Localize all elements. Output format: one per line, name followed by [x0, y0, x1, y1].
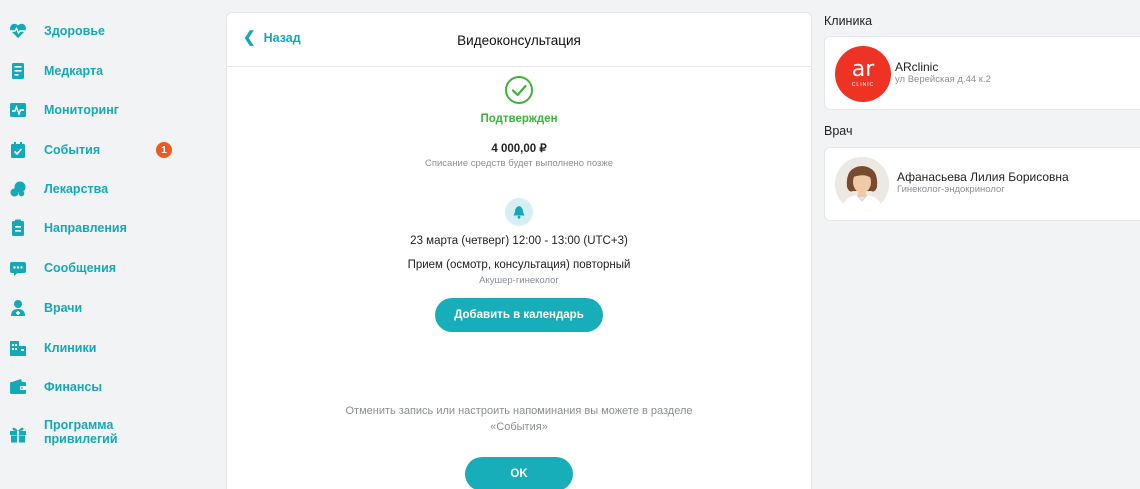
price: 4 000,00 ₽ [491, 143, 547, 155]
sidebar-item-events[interactable]: События [8, 138, 100, 162]
sidebar-item-referrals[interactable]: Направления [8, 216, 127, 240]
doctor-card[interactable]: Афанасьева Лилия Борисовна Гинеколог-энд… [824, 147, 1140, 221]
card-header: ❮ Назад Видеоконсультация [227, 13, 811, 67]
app: Здоровье Медкарта Мониторинг События 1 Л [0, 0, 1140, 489]
sidebar-item-medcard[interactable]: Медкарта [8, 59, 103, 83]
sidebar-item-messages[interactable]: Сообщения [8, 256, 116, 280]
status-icon-wrap [227, 75, 811, 105]
doctor-specialty: Гинеколог-эндокринолог [897, 184, 1005, 195]
referral-icon [8, 218, 28, 238]
add-to-calendar-button[interactable]: Добавить в календарь [435, 298, 603, 332]
sidebar-item-health[interactable]: Здоровье [8, 19, 105, 43]
sidebar-item-privileges[interactable]: Программа привилегий [8, 418, 134, 448]
doctor-avatar [835, 157, 889, 211]
appointment-datetime: 23 марта (четверг) 12:00 - 13:00 (UTC+3) [410, 235, 628, 247]
sidebar-item-label: Врачи [44, 301, 83, 315]
sidebar-item-label: Лекарства [44, 182, 109, 196]
price-note: Списание средств будет выполнено позже [424, 158, 614, 169]
pills-icon [8, 179, 28, 199]
sidebar: Здоровье Медкарта Мониторинг События 1 Л [0, 0, 215, 489]
clinic-logo-text: ar [851, 57, 875, 82]
medical-card-icon [8, 61, 28, 81]
cancel-info-link: «События» [490, 421, 548, 433]
doctor-section-title: Врач [824, 124, 853, 138]
sidebar-item-doctors[interactable]: Врачи [8, 296, 82, 320]
clinic-card[interactable]: ar CLINIC ARclinic ул Верейская д.44 к.2 [824, 36, 1140, 110]
sidebar-item-label: Мониторинг [44, 103, 119, 117]
doctor-name: Афанасьева Лилия Борисовна [897, 170, 1069, 184]
service-specialty: Акушер-гинеколог [479, 275, 559, 286]
sidebar-item-label: Сообщения [44, 261, 117, 275]
page-title: Видеоконсультация [457, 33, 581, 48]
sidebar-item-label: Здоровье [44, 24, 105, 38]
gift-icon [8, 424, 28, 444]
messages-icon [8, 258, 28, 278]
sidebar-item-clinics[interactable]: Клиники [8, 336, 96, 360]
sidebar-item-label: Финансы [44, 380, 103, 394]
cancel-info-line: Отменить запись или настроить напоминани… [345, 405, 693, 417]
clinic-section-title: Клиника [824, 14, 873, 28]
sidebar-item-monitoring[interactable]: Мониторинг [8, 98, 119, 122]
cancel-info: Отменить запись или настроить напоминани… [227, 403, 811, 435]
service-name: Прием (осмотр, консультация) повторный [407, 259, 631, 271]
status-text: Подтвержден [480, 113, 558, 125]
sidebar-item-label: Клиники [44, 341, 97, 355]
sidebar-item-medicines[interactable]: Лекарства [8, 177, 108, 201]
monitoring-icon [8, 100, 28, 120]
heart-icon [8, 21, 28, 41]
sidebar-item-label: Медкарта [44, 64, 104, 78]
sidebar-item-label: События [44, 143, 101, 157]
doctor-icon [8, 298, 28, 318]
appointment-card: ❮ Назад Видеоконсультация Подтвержден 4 … [226, 12, 812, 489]
reminder-icon-wrap [227, 198, 811, 226]
bell-icon [505, 198, 533, 226]
clinic-address: ул Верейская д.44 к.2 [895, 74, 991, 85]
wallet-icon [8, 377, 28, 397]
clinic-logo-subtext: CLINIC [851, 82, 875, 88]
events-count-badge: 1 [156, 142, 172, 158]
clinic-icon [8, 338, 28, 358]
clinic-logo: ar CLINIC [835, 46, 891, 102]
sidebar-item-finances[interactable]: Финансы [8, 375, 102, 399]
check-circle-icon [505, 76, 533, 104]
ok-button[interactable]: OK [465, 457, 573, 489]
sidebar-item-label: Программа привилегий [44, 418, 118, 446]
calendar-icon [8, 140, 28, 160]
clinic-name: ARclinic [895, 60, 939, 74]
sidebar-item-label: Направления [44, 221, 127, 235]
